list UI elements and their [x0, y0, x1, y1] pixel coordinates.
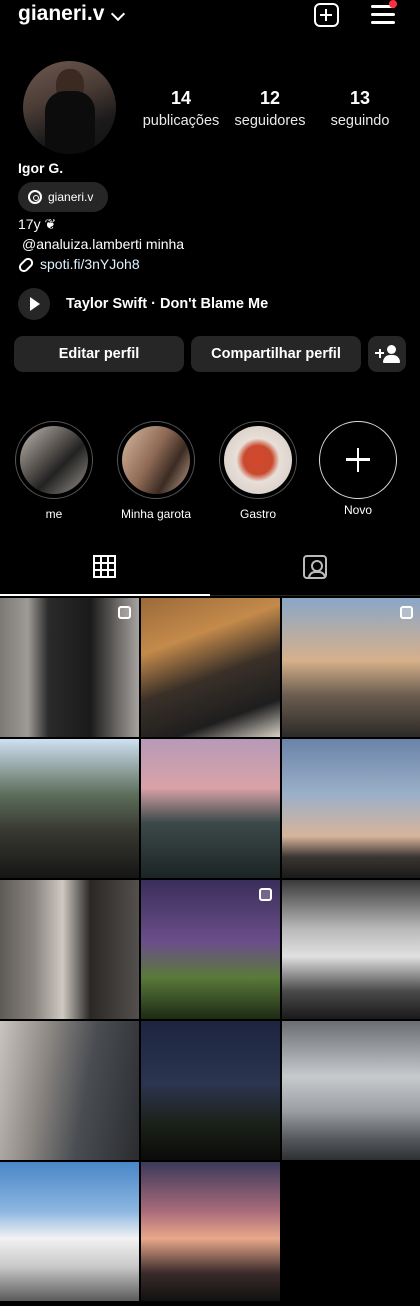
threads-badge[interactable]: gianeri.v: [18, 182, 108, 212]
multi-photo-icon: [259, 888, 272, 901]
bio-line: 17y ❦: [18, 216, 57, 232]
post-thumbnail[interactable]: [282, 598, 420, 737]
following-stat[interactable]: 13 seguindo: [310, 88, 410, 129]
highlight-new[interactable]: Novo: [318, 421, 398, 517]
post-thumbnail[interactable]: [0, 1162, 139, 1301]
chevron-down-icon[interactable]: [110, 6, 126, 22]
post-thumbnail[interactable]: [141, 598, 280, 737]
post-thumbnail[interactable]: [0, 880, 139, 1019]
posts-stat[interactable]: 14 publicações: [131, 88, 231, 129]
plus-icon[interactable]: [319, 421, 397, 499]
music-row[interactable]: Taylor Swift · Don't Blame Me: [18, 288, 348, 320]
tab-tagged[interactable]: [210, 546, 420, 596]
new-post-icon[interactable]: [314, 3, 339, 27]
multi-photo-icon: [118, 606, 131, 619]
post-thumbnail[interactable]: [0, 598, 139, 737]
profile-tabs: [0, 546, 420, 596]
profile-name: Igor G.: [18, 160, 64, 176]
highlight-gastro[interactable]: Gastro: [218, 421, 298, 521]
share-profile-button[interactable]: Compartilhar perfil: [191, 336, 361, 372]
highlight-me[interactable]: me: [14, 421, 94, 521]
post-thumbnail[interactable]: [141, 1162, 280, 1301]
menu-icon[interactable]: [371, 0, 397, 25]
top-bar: gianeri.v: [0, 0, 420, 34]
post-thumbnail[interactable]: [0, 1021, 139, 1160]
post-thumbnail[interactable]: [282, 739, 420, 878]
play-icon[interactable]: [18, 288, 50, 320]
post-thumbnail[interactable]: [282, 1021, 420, 1160]
notification-dot: [389, 0, 397, 8]
threads-icon: [28, 190, 42, 204]
tagged-icon: [303, 555, 327, 579]
post-thumbnail[interactable]: [0, 739, 139, 878]
edit-profile-button[interactable]: Editar perfil: [14, 336, 184, 372]
highlight-minha-garota[interactable]: Minha garota: [116, 421, 196, 521]
avatar[interactable]: [23, 61, 116, 154]
bio-mention[interactable]: @analuiza.lamberti minha: [22, 236, 184, 252]
post-thumbnail[interactable]: [282, 880, 420, 1019]
grid-icon: [93, 555, 116, 578]
bio-link[interactable]: spoti.fi/3nYJoh8: [16, 256, 140, 275]
tab-posts[interactable]: [0, 546, 210, 596]
song-title: Taylor Swift · Don't Blame Me: [66, 296, 269, 312]
account-switcher[interactable]: gianeri.v: [18, 2, 104, 26]
add-user-icon[interactable]: [368, 336, 406, 372]
link-icon: [16, 256, 36, 275]
post-thumbnail[interactable]: [141, 739, 280, 878]
multi-photo-icon: [400, 606, 413, 619]
post-thumbnail[interactable]: [141, 880, 280, 1019]
post-thumbnail[interactable]: [141, 1021, 280, 1160]
followers-stat[interactable]: 12 seguidores: [220, 88, 320, 129]
